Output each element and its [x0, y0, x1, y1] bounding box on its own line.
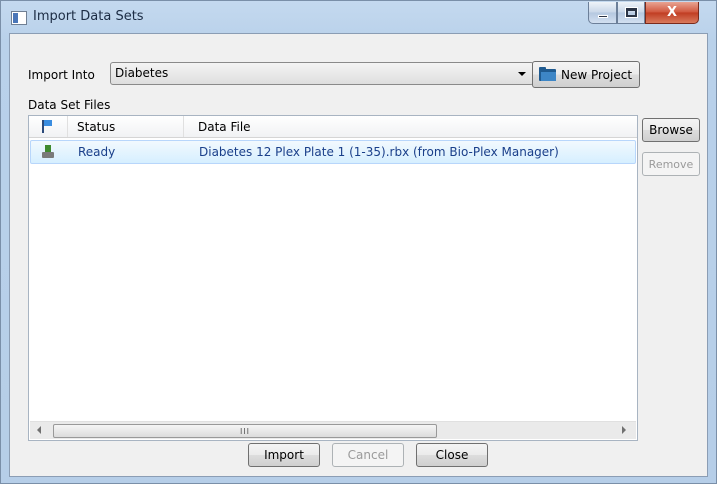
table-row[interactable]: Ready Diabetes 12 Plex Plate 1 (1-35).rb…	[30, 140, 636, 164]
browse-button[interactable]: Browse	[642, 118, 700, 142]
column-header-status[interactable]: Status	[77, 120, 115, 134]
flag-icon[interactable]	[42, 120, 52, 133]
remove-button[interactable]: Remove	[642, 152, 700, 176]
chevron-down-icon	[518, 72, 526, 76]
import-data-sets-window: Import Data Sets X Import Into Diabetes …	[0, 0, 717, 484]
ready-status-icon	[42, 145, 54, 159]
grip-icon: III	[239, 426, 251, 436]
column-separator[interactable]	[183, 116, 184, 137]
maximize-icon	[624, 7, 638, 18]
import-into-value: Diabetes	[115, 66, 169, 80]
data-set-files-label: Data Set Files	[28, 98, 111, 112]
data-set-files-grid: Status Data File Ready Diabetes 12 Plex …	[28, 115, 638, 441]
horizontal-scrollbar[interactable]: III	[30, 421, 636, 439]
import-button[interactable]: Import	[248, 443, 320, 467]
import-into-dropdown[interactable]: Diabetes	[110, 62, 534, 85]
row-data-file: Diabetes 12 Plex Plate 1 (1-35).rbx (fro…	[199, 145, 559, 159]
maximize-button[interactable]	[617, 2, 645, 24]
window-icon	[11, 11, 27, 25]
scroll-left-icon[interactable]	[37, 426, 41, 434]
new-project-button[interactable]: New Project	[532, 61, 640, 88]
minimize-button[interactable]	[588, 2, 617, 24]
cancel-button[interactable]: Cancel	[332, 443, 404, 467]
minimize-icon	[597, 15, 608, 18]
scroll-right-icon[interactable]	[622, 426, 626, 434]
window-title: Import Data Sets	[33, 9, 144, 24]
scroll-thumb[interactable]: III	[53, 424, 437, 438]
import-into-label: Import Into	[28, 68, 95, 82]
close-icon: X	[666, 5, 678, 20]
column-separator[interactable]	[67, 116, 68, 137]
folder-icon	[539, 66, 556, 81]
grid-header: Status Data File	[29, 116, 637, 138]
row-status: Ready	[78, 145, 116, 159]
title-bar[interactable]: Import Data Sets X	[1, 1, 716, 33]
column-header-data-file[interactable]: Data File	[198, 120, 251, 134]
new-project-label: New Project	[561, 67, 633, 82]
dialog-body: Import Into Diabetes New Project Data Se…	[9, 33, 708, 477]
close-window-button[interactable]: X	[645, 2, 699, 24]
close-button[interactable]: Close	[416, 443, 488, 467]
